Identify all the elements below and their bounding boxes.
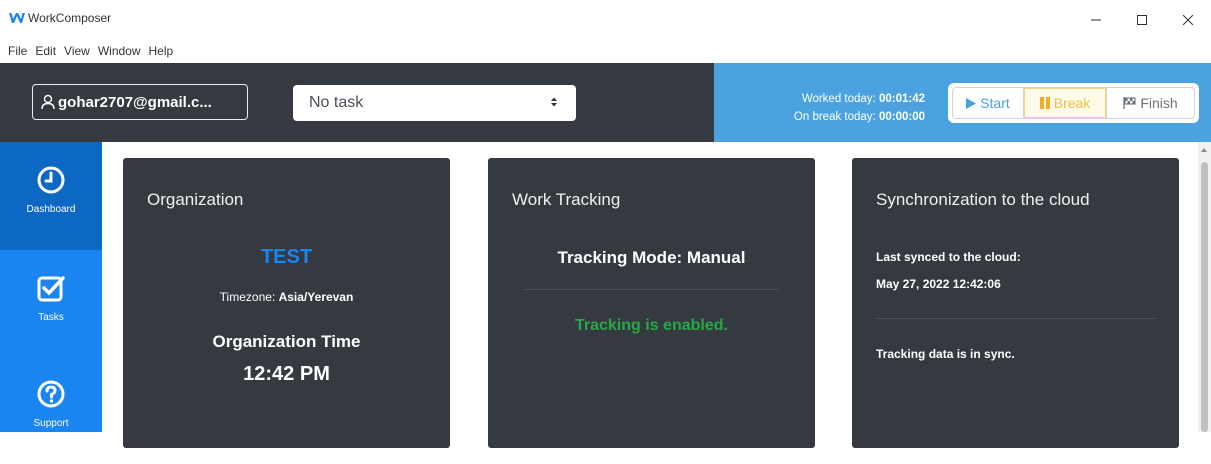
worked-today-value: 00:01:42 <box>878 93 925 105</box>
start-label: Start <box>980 95 1010 111</box>
sync-card: Synchronization to the cloud Last synced… <box>852 158 1179 448</box>
sync-status: Tracking data is in sync. <box>876 347 1015 361</box>
sidebar-item-tasks[interactable]: Tasks <box>0 250 102 358</box>
close-button[interactable] <box>1165 0 1211 40</box>
organization-name: TEST <box>260 246 313 268</box>
on-break-value: 00:00:00 <box>878 111 925 123</box>
sidebar-item-label: Dashboard <box>26 204 76 215</box>
menu-file[interactable]: File <box>4 42 31 60</box>
card-title: Synchronization to the cloud <box>876 190 1090 209</box>
divider <box>876 318 1156 319</box>
menu-edit[interactable]: Edit <box>31 42 60 60</box>
maximize-button[interactable] <box>1119 0 1165 40</box>
on-break-label: On break today: <box>793 111 876 123</box>
maximize-icon <box>1137 15 1147 25</box>
menu-bar: File Edit View Window Help <box>0 42 177 60</box>
sidebar: Dashboard Tasks Support <box>0 142 102 432</box>
user-icon <box>41 94 55 110</box>
sidebar-item-support[interactable]: Support <box>0 356 102 464</box>
tracking-button-group: Start Break Finish <box>948 83 1199 123</box>
vertical-scrollbar[interactable] <box>1198 142 1211 432</box>
finish-button[interactable]: Finish <box>1106 88 1194 118</box>
timezone-value: Asia/Yerevan <box>278 290 354 304</box>
organization-time-label: Organization Time <box>212 332 361 351</box>
tracking-status-area: Worked today: 00:01:42 On break today: 0… <box>714 63 1211 142</box>
last-synced-value: May 27, 2022 12:42:06 <box>876 277 1001 291</box>
organization-time-value: 12:42 PM <box>243 363 330 385</box>
organization-card: Organization TEST Timezone: Asia/Yerevan… <box>123 158 450 448</box>
workcomposer-logo <box>9 13 25 23</box>
work-tracking-card: Work Tracking Tracking Mode: Manual Trac… <box>488 158 815 448</box>
finish-flag-icon <box>1123 97 1136 109</box>
minimize-button[interactable] <box>1073 0 1119 40</box>
task-select-value: No task <box>309 94 364 111</box>
scroll-thumb[interactable] <box>1201 162 1208 432</box>
select-arrows-icon <box>551 97 557 107</box>
break-button[interactable]: Break <box>1024 88 1106 118</box>
window-controls <box>1073 0 1211 40</box>
time-summary: Worked today: 00:01:42 On break today: 0… <box>794 90 925 126</box>
card-title: Organization <box>147 190 244 209</box>
clock-icon <box>37 166 65 194</box>
minimize-icon <box>1091 19 1101 21</box>
tracking-status: Tracking is enabled. <box>575 317 728 334</box>
sidebar-item-dashboard[interactable]: Dashboard <box>0 142 102 250</box>
header: gohar2707@gmail.c... No task Worked toda… <box>0 63 1211 142</box>
user-account-button[interactable]: gohar2707@gmail.c... <box>32 84 248 120</box>
divider <box>524 289 779 290</box>
app-title: WorkComposer <box>28 11 112 25</box>
last-synced-label: Last synced to the cloud: <box>876 250 1021 264</box>
pause-icon <box>1039 97 1050 109</box>
break-label: Break <box>1053 95 1091 111</box>
menu-help[interactable]: Help <box>145 42 178 60</box>
timezone-line: Timezone: Asia/Yerevan <box>123 290 450 304</box>
worked-today-label: Worked today: <box>801 93 876 105</box>
sidebar-item-label: Tasks <box>38 312 64 323</box>
task-select[interactable]: No task <box>293 85 576 121</box>
timezone-label: Timezone: <box>219 290 276 304</box>
menu-window[interactable]: Window <box>94 42 145 60</box>
close-icon <box>1183 15 1193 25</box>
checkbox-icon <box>37 276 65 302</box>
play-icon <box>966 97 977 109</box>
title-bar: WorkComposer <box>0 0 1211 40</box>
dashboard-main: Organization TEST Timezone: Asia/Yerevan… <box>102 142 1198 448</box>
scroll-up-arrow-icon[interactable] <box>1201 148 1207 152</box>
card-title: Work Tracking <box>512 190 621 209</box>
menu-view[interactable]: View <box>60 42 94 60</box>
tracking-mode: Tracking Mode: Manual <box>557 248 746 267</box>
finish-label: Finish <box>1140 95 1178 111</box>
start-button[interactable]: Start <box>953 88 1024 118</box>
question-icon <box>37 380 65 408</box>
sidebar-item-label: Support <box>33 418 69 429</box>
user-email: gohar2707@gmail.c... <box>58 93 212 111</box>
